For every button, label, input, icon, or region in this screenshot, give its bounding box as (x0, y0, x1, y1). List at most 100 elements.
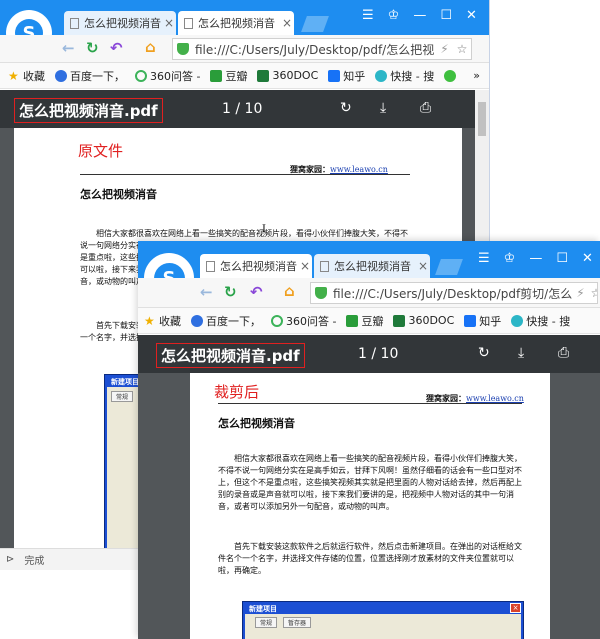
tab-title: 怎么把视频消音 (334, 260, 411, 273)
star-icon[interactable]: ☆ (457, 42, 468, 56)
skin-icon[interactable]: ♔ (504, 251, 516, 266)
close-tab-icon[interactable]: × (162, 16, 176, 30)
new-tab-button[interactable] (301, 16, 329, 32)
close-tab-icon[interactable]: × (298, 259, 312, 273)
tab-bar: 怎么把视频消音 × 怎么把视频消音 × ☰ ♔ — ☐ ✕ (0, 0, 489, 56)
bookmark-360doc[interactable]: 360DOC (257, 69, 318, 82)
bookmark-360wenda[interactable]: 360问答 - (271, 313, 336, 329)
sidebar-toggle-icon[interactable]: ⊳ (6, 554, 14, 565)
bookmark-wechat[interactable] (444, 69, 459, 82)
bookmark-label: 收藏 (159, 314, 181, 328)
star-icon[interactable]: ☆ (591, 286, 597, 300)
undo-icon[interactable]: ↶ (250, 283, 263, 301)
bookmark-favorites[interactable]: ★ 收藏 (144, 313, 181, 329)
pdf-viewer[interactable]: 裁剪后 狸窝家园：www.leawo.cn 怎么把视频消音 相信大家都很喜欢在网… (138, 373, 600, 639)
tab-2[interactable]: 怎么把视频消音 × (314, 254, 430, 278)
page-current[interactable]: 1 (358, 346, 367, 362)
undo-icon[interactable]: ↶ (110, 39, 123, 57)
bookmark-zhihu[interactable]: 知乎 (328, 68, 365, 84)
annotation-label: 原文件 (78, 142, 124, 160)
tab-1-active[interactable]: 怎么把视频消音 × (200, 254, 312, 278)
rotate-icon[interactable]: ↻ (478, 345, 490, 361)
skin-icon[interactable]: ♔ (388, 8, 400, 23)
secure-shield-icon (177, 43, 189, 55)
lightning-icon[interactable]: ⚡ (576, 286, 584, 300)
url-field[interactable]: file:///C:/Users/July/Desktop/pdf剪切/怎么 ⚡… (310, 282, 598, 304)
download-icon[interactable]: ⤓ (380, 100, 386, 116)
text-cursor-icon: I (262, 224, 266, 235)
bookmark-douban[interactable]: 豆瓣 (210, 68, 247, 84)
minimize-icon[interactable]: — (413, 8, 426, 23)
maximize-icon[interactable]: ☐ (440, 8, 452, 23)
dialog-close-icon: × (510, 603, 521, 613)
home-icon[interactable]: ⌂ (284, 282, 295, 300)
lightning-icon[interactable]: ⚡ (440, 42, 448, 56)
document-icon (70, 17, 79, 29)
print-icon[interactable]: ⎙ (558, 345, 569, 361)
site-url[interactable]: www.leawo.cn (330, 165, 388, 174)
url-text: file:///C:/Users/July/Desktop/pdf剪切/怎么 (333, 286, 573, 301)
close-tab-icon[interactable]: × (416, 259, 430, 273)
close-window-icon[interactable]: ✕ (466, 8, 477, 23)
tab-1[interactable]: 怎么把视频消音 × (64, 11, 176, 35)
header-rule (80, 174, 410, 175)
bookmark-douban[interactable]: 豆瓣 (346, 313, 383, 329)
more-bookmarks-icon[interactable]: » (473, 69, 480, 82)
address-bar-row: ← ↻ ↶ ⌂ file:///C:/Users/July/Desktop/pd… (0, 35, 489, 63)
paragraph-1: 相信大家都很喜欢在网络上看一些搞笑的配音视频片段，看得小伙伴们捧腹大笑，不得不说… (218, 454, 522, 511)
menu-icon[interactable]: ☰ (362, 8, 374, 23)
minimize-icon[interactable]: — (529, 251, 542, 266)
print-icon[interactable]: ⎙ (420, 100, 431, 116)
reload-icon[interactable]: ↻ (224, 283, 237, 301)
rotate-icon[interactable]: ↻ (340, 100, 352, 116)
star-icon: ★ (144, 313, 155, 328)
bookmark-label: 知乎 (479, 314, 502, 328)
page-indicator: 1 / 10 (222, 101, 262, 117)
bookmark-kuaisou[interactable]: 快搜 - 搜 (511, 313, 570, 329)
annotation-label: 裁剪后 (214, 383, 260, 401)
zhihu-icon (328, 69, 341, 82)
maximize-icon[interactable]: ☐ (556, 251, 568, 266)
bookmark-baidu[interactable]: 百度一下， (191, 313, 261, 329)
home-icon[interactable]: ⌂ (145, 38, 156, 56)
bookmark-label: 360问答 - (150, 69, 201, 83)
page-current[interactable]: 1 (222, 101, 231, 117)
document-icon (184, 17, 193, 29)
reload-icon[interactable]: ↻ (86, 39, 99, 57)
360doc-icon (257, 69, 270, 82)
back-icon[interactable]: ← (62, 39, 75, 57)
site-url[interactable]: www.leawo.cn (466, 394, 524, 403)
bookmark-360wenda[interactable]: 360问答 - (135, 68, 200, 84)
page-total: 10 (380, 346, 399, 362)
dialog-tab: 常规 (255, 617, 278, 628)
close-tab-icon[interactable]: × (280, 16, 294, 30)
site-label: 狸窝家园： (426, 393, 466, 403)
bookmark-zhihu[interactable]: 知乎 (464, 313, 501, 329)
document-icon (320, 260, 329, 272)
site-label: 狸窝家园： (290, 164, 330, 174)
bookmarks-bar: ★ 收藏 百度一下， 360问答 - 豆瓣 360DOC 知乎 快搜 - 搜 » (0, 63, 489, 89)
bookmark-baidu[interactable]: 百度一下， (55, 68, 125, 84)
wechat-icon (444, 69, 457, 82)
url-field[interactable]: file:///C:/Users/July/Desktop/pdf/怎么把视 ⚡… (172, 38, 472, 60)
new-tab-button[interactable] (435, 259, 463, 275)
bookmark-kuaisou[interactable]: 快搜 - 搜 (375, 68, 434, 84)
close-window-icon[interactable]: ✕ (582, 251, 593, 266)
baidu-icon (55, 69, 67, 82)
dialog-tab: 常规 (111, 391, 134, 402)
bookmarks-bar: ★ 收藏 百度一下， 360问答 - 豆瓣 360DOC 知乎 快搜 - 搜 (138, 308, 600, 334)
bookmark-label: 360DOC (272, 69, 319, 82)
menu-icon[interactable]: ☰ (478, 251, 490, 266)
back-icon[interactable]: ← (200, 283, 213, 301)
scrollbar-thumb[interactable] (478, 102, 486, 136)
bookmark-360doc[interactable]: 360DOC (393, 314, 454, 327)
baidu-icon (191, 314, 203, 327)
download-icon[interactable]: ⤓ (518, 345, 524, 361)
360doc-icon (393, 314, 406, 327)
bookmark-favorites[interactable]: ★ 收藏 (8, 68, 45, 84)
bookmark-label: 豆瓣 (361, 314, 384, 328)
tab-2-active[interactable]: 怎么把视频消音 × (178, 11, 294, 35)
zhihu-icon (464, 314, 477, 327)
page-separator: / (235, 101, 241, 117)
tab-title: 怎么把视频消音 (220, 260, 297, 273)
